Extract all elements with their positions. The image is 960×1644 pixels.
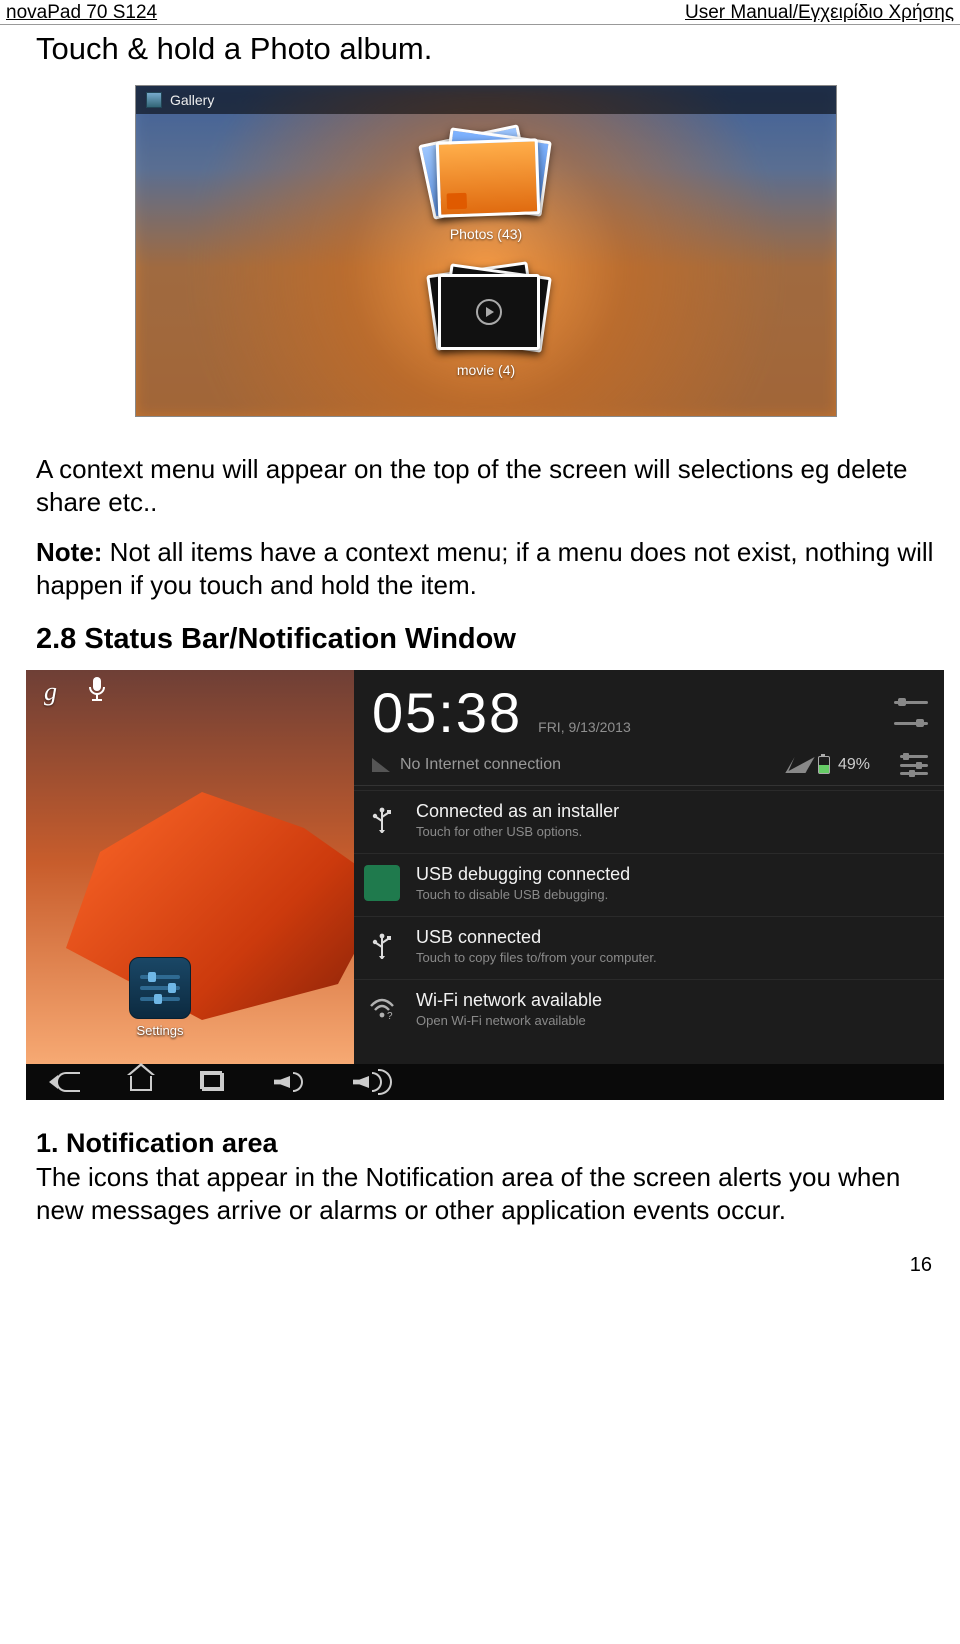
notification-title: USB debugging connected: [416, 864, 630, 885]
page-header: novaPad 70 S124 User Manual/Εγχειρίδιο Χ…: [0, 0, 960, 25]
settings-label: Settings: [120, 1023, 200, 1038]
album-movie[interactable]: movie (4): [431, 266, 541, 378]
notification-area-heading: 1. Notification area: [36, 1128, 936, 1159]
notification-item[interactable]: USB connected Touch to copy files to/fro…: [354, 916, 944, 975]
svg-text:?: ?: [387, 1011, 393, 1020]
nav-volume-icon[interactable]: [274, 1072, 303, 1092]
voice-search-icon[interactable]: [87, 675, 107, 710]
quick-settings-toggle-icon[interactable]: [894, 701, 928, 725]
status-row: No Internet connection 49%: [354, 749, 944, 786]
section-2-8-heading: 2.8 Status Bar/Notification Window: [36, 623, 936, 656]
notification-subtitle: Touch to copy files to/from your compute…: [416, 950, 657, 965]
note-paragraph: Note: Not all items have a context menu;…: [36, 536, 936, 601]
home-search-widgets: g: [26, 670, 107, 714]
no-internet-label: No Internet connection: [400, 756, 561, 774]
battery-percent: 49%: [838, 756, 870, 774]
usb-icon: [364, 802, 400, 838]
notification-subtitle: Touch for other USB options.: [416, 824, 619, 839]
intro-title: Touch & hold a Photo album.: [36, 31, 936, 67]
google-search-icon[interactable]: g: [44, 677, 57, 707]
nav-home-icon[interactable]: [130, 1073, 152, 1091]
wifi-status-icon: [785, 757, 814, 773]
notification-title: Connected as an installer: [416, 801, 619, 822]
gallery-title-bar: Gallery: [136, 86, 836, 114]
notification-screenshot: g Settings 05:38 FRI, 9/13/201: [26, 670, 944, 1100]
album-photos[interactable]: Photos (43): [431, 130, 541, 242]
settings-app-tile[interactable]: Settings: [120, 957, 200, 1038]
notification-panel: 05:38 FRI, 9/13/2013 No Internet connect…: [354, 670, 944, 1064]
settings-shortcut-icon[interactable]: [900, 755, 928, 775]
album-photos-thumb: [431, 130, 541, 218]
usb-icon: [364, 928, 400, 964]
note-body: Not all items have a context menu; if a …: [36, 537, 933, 600]
header-right: User Manual/Εγχειρίδιο Χρήσης: [685, 2, 954, 24]
album-movie-label: movie (4): [431, 362, 541, 378]
album-photos-label: Photos (43): [431, 226, 541, 242]
panel-header: 05:38 FRI, 9/13/2013: [354, 670, 944, 749]
gallery-app-icon: [146, 92, 162, 108]
clock-time: 05:38: [372, 680, 522, 745]
battery-icon: [818, 756, 830, 774]
page-number: 16: [0, 1254, 960, 1277]
signal-out-icon: [372, 758, 390, 772]
wifi-icon: ?: [364, 991, 400, 1027]
notification-area-body: The icons that appear in the Notificatio…: [36, 1161, 936, 1226]
nav-recent-icon[interactable]: [202, 1073, 224, 1091]
play-icon: [476, 299, 502, 325]
notification-subtitle: Touch to disable USB debugging.: [416, 887, 630, 902]
android-icon: [364, 865, 400, 901]
nav-back-icon[interactable]: [56, 1072, 80, 1092]
notification-item[interactable]: ? Wi-Fi network available Open Wi-Fi net…: [354, 979, 944, 1038]
context-menu-paragraph: A context menu will appear on the top of…: [36, 453, 936, 518]
note-label: Note:: [36, 537, 102, 567]
notification-title: Wi-Fi network available: [416, 990, 602, 1011]
settings-icon: [129, 957, 191, 1019]
notification-item[interactable]: USB debugging connected Touch to disable…: [354, 853, 944, 912]
notification-title: USB connected: [416, 927, 657, 948]
album-movie-thumb: [431, 266, 541, 354]
system-navbar: [26, 1064, 944, 1100]
gallery-app-label: Gallery: [170, 92, 214, 108]
notification-subtitle: Open Wi-Fi network available: [416, 1013, 602, 1028]
clock-date: FRI, 9/13/2013: [538, 719, 631, 735]
nav-volume-loud-icon[interactable]: [353, 1069, 392, 1095]
gallery-screenshot: Gallery Photos (43) movie (4): [135, 85, 837, 417]
notification-item[interactable]: Connected as an installer Touch for othe…: [354, 790, 944, 849]
header-left: novaPad 70 S124: [6, 2, 157, 24]
